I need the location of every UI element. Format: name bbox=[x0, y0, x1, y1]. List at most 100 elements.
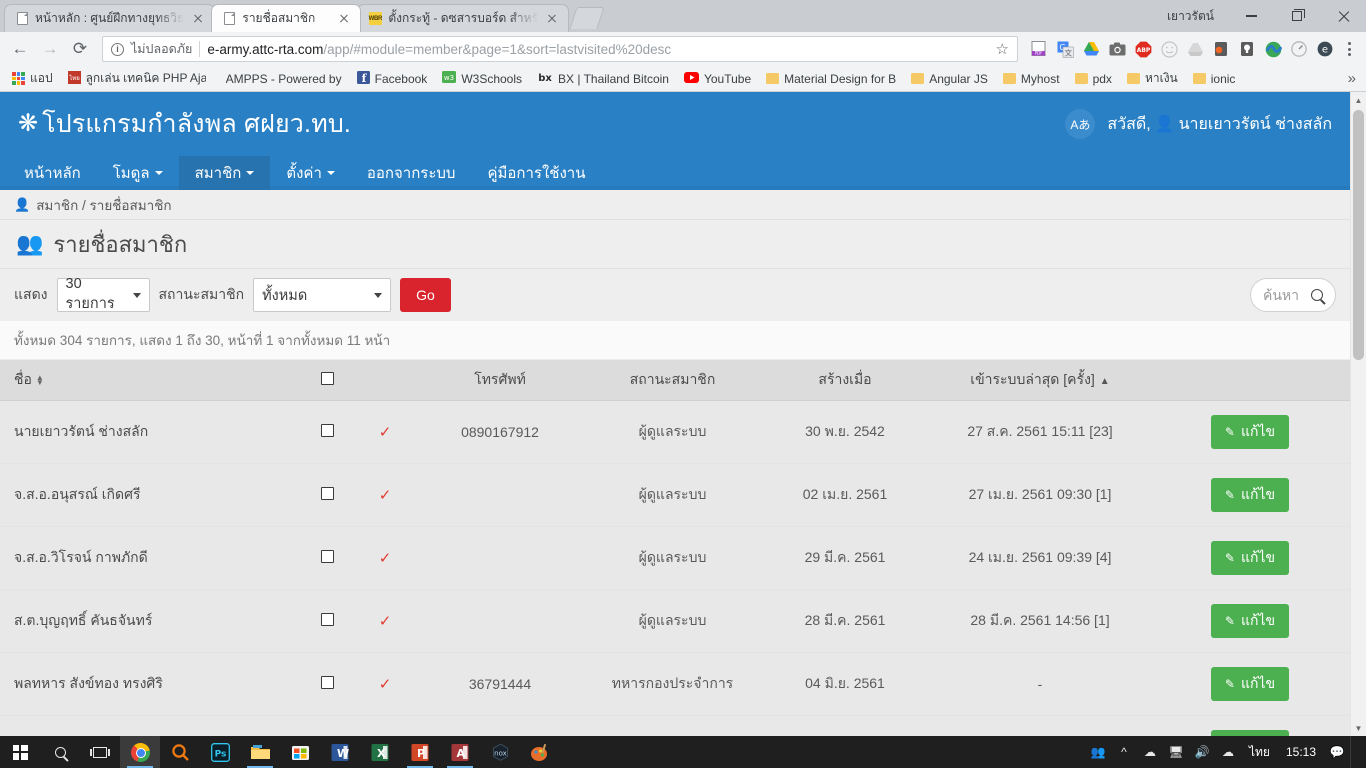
cell-select[interactable] bbox=[300, 589, 355, 653]
info-icon[interactable]: i bbox=[111, 42, 124, 56]
idm-icon[interactable] bbox=[1260, 36, 1286, 62]
cloud-icon[interactable]: ☁ bbox=[1215, 736, 1241, 768]
address-bar[interactable]: i ไม่ปลอดภัย e-army.attc-rta.com/app/#mo… bbox=[102, 36, 1018, 62]
access-icon[interactable]: A bbox=[440, 736, 480, 768]
search-icon[interactable] bbox=[1311, 289, 1323, 301]
cell-select[interactable] bbox=[300, 526, 355, 590]
column-header-created[interactable]: สร้างเมื่อ bbox=[760, 360, 930, 401]
column-header-name[interactable]: ชื่อ ▲ ▼ bbox=[0, 360, 300, 401]
row-checkbox[interactable] bbox=[321, 613, 334, 626]
row-checkbox[interactable] bbox=[321, 550, 334, 563]
forward-icon[interactable]: → bbox=[36, 35, 64, 63]
everything-search-icon[interactable] bbox=[160, 736, 200, 768]
browser-tab-2[interactable]: WBR ตั้งกระทู้ - ดซสารบอร์ด สำหรั bbox=[357, 4, 570, 32]
bookmark-ampps[interactable]: AMPPS - Powered by bbox=[215, 70, 348, 88]
per-page-select[interactable]: 30 รายการ bbox=[56, 276, 150, 312]
google-drive-icon[interactable] bbox=[1078, 36, 1104, 62]
page-scrollbar[interactable]: ▲ ▼ bbox=[1350, 92, 1366, 736]
close-icon[interactable] bbox=[544, 11, 560, 27]
kebab-menu-icon[interactable] bbox=[1338, 36, 1360, 62]
bookmark-youtube[interactable]: YouTube bbox=[678, 70, 757, 88]
task-view-icon[interactable] bbox=[80, 736, 120, 768]
cell-phone[interactable]: 0890167912 bbox=[415, 400, 585, 464]
table-row[interactable]: จ.ส.อ.วิโรจน์ กาพภักดี ✓ ผู้ดูแลระบบ 29 … bbox=[0, 526, 1350, 590]
row-checkbox[interactable] bbox=[321, 676, 334, 689]
screenshot-icon[interactable] bbox=[1104, 36, 1130, 62]
search-icon[interactable] bbox=[40, 736, 80, 768]
table-row[interactable]: พลทหาร สังข์ทอง ทรงศิริ ✓ 36791444 ทหารก… bbox=[0, 652, 1350, 716]
row-checkbox[interactable] bbox=[321, 487, 334, 500]
show-desktop-button[interactable] bbox=[1350, 736, 1362, 768]
powerpoint-icon[interactable]: P bbox=[400, 736, 440, 768]
volume-icon[interactable]: 🔊 bbox=[1189, 736, 1215, 768]
back-icon[interactable]: ← bbox=[6, 35, 34, 63]
speed-dial-icon[interactable] bbox=[1286, 36, 1312, 62]
scroll-up-icon[interactable]: ▲ bbox=[1351, 92, 1366, 108]
cell-phone[interactable] bbox=[415, 589, 585, 653]
nav-item-module[interactable]: โมดูล bbox=[97, 156, 179, 190]
maximize-icon[interactable] bbox=[1274, 0, 1320, 32]
browser-tab-0[interactable]: หน้าหลัก : ศูนย์ฝึกทางยุทธวิธ bbox=[4, 4, 216, 32]
close-icon[interactable] bbox=[1320, 0, 1366, 32]
cell-select[interactable] bbox=[300, 400, 355, 464]
close-icon[interactable] bbox=[336, 11, 352, 27]
chrome-icon[interactable] bbox=[120, 736, 160, 768]
bookmark-bx[interactable]: bx BX | Thailand Bitcoin bbox=[531, 69, 675, 88]
paint-icon[interactable] bbox=[520, 736, 560, 768]
edit-button[interactable]: ✎ แก้ไข bbox=[1210, 541, 1290, 575]
smiley-icon[interactable] bbox=[1156, 36, 1182, 62]
language-indicator[interactable]: ไทย bbox=[1241, 743, 1278, 762]
lightbulb-icon[interactable] bbox=[1234, 36, 1260, 62]
close-icon[interactable] bbox=[190, 11, 206, 27]
row-checkbox[interactable] bbox=[321, 424, 334, 437]
evernote-icon[interactable]: e bbox=[1312, 36, 1338, 62]
photoshop-icon[interactable]: Ps bbox=[200, 736, 240, 768]
bookmark-ionic[interactable]: ionic bbox=[1187, 70, 1242, 88]
bookmark-star-icon[interactable]: ☆ bbox=[996, 40, 1009, 58]
cell-select[interactable] bbox=[300, 652, 355, 716]
adblock-icon[interactable]: ABP bbox=[1130, 36, 1156, 62]
status-select[interactable]: ทั้งหมด bbox=[253, 278, 392, 312]
clock[interactable]: 15:13 bbox=[1278, 745, 1324, 759]
search-input[interactable] bbox=[1263, 287, 1303, 303]
microsoft-store-icon[interactable] bbox=[280, 736, 320, 768]
file-explorer-icon[interactable] bbox=[240, 736, 280, 768]
column-header-lastlogin[interactable]: เข้าระบบล่าสุด [ครั้ง] ▲ bbox=[930, 360, 1150, 401]
windows-start-icon[interactable] bbox=[0, 736, 40, 768]
drive-grey-icon[interactable] bbox=[1182, 36, 1208, 62]
show-hidden-icons-icon[interactable]: ^ bbox=[1111, 736, 1137, 768]
select-all-checkbox[interactable] bbox=[321, 372, 334, 385]
edit-button[interactable]: ✎ แก้ไข bbox=[1210, 667, 1290, 701]
cell-select[interactable] bbox=[300, 715, 355, 736]
bookmark-apps[interactable]: แอป bbox=[6, 67, 59, 90]
bookmark-myhost[interactable]: Myhost bbox=[997, 70, 1066, 88]
cell-phone[interactable] bbox=[415, 526, 585, 590]
scroll-down-icon[interactable]: ▼ bbox=[1351, 720, 1366, 736]
pdf-icon[interactable]: PDF bbox=[1026, 36, 1052, 62]
column-header-status[interactable]: สถานะสมาชิก bbox=[585, 360, 760, 401]
nav-item-settings[interactable]: ตั้งค่า bbox=[270, 156, 351, 190]
new-tab-button[interactable] bbox=[569, 7, 605, 29]
table-row[interactable]: นายเยาวรัตน์ ช่างสลัก ✓ 0890167912 ผู้ดู… bbox=[0, 400, 1350, 464]
word-icon[interactable]: W bbox=[320, 736, 360, 768]
cell-phone[interactable]: 36791444 bbox=[415, 652, 585, 716]
minimize-icon[interactable] bbox=[1228, 0, 1274, 32]
bookmark-facebook[interactable]: f Facebook bbox=[351, 69, 434, 89]
nav-item-manual[interactable]: คู่มือการใช้งาน bbox=[471, 156, 601, 190]
browser-tab-1[interactable]: รายชื่อสมาชิก bbox=[211, 4, 362, 32]
cell-phone[interactable] bbox=[415, 463, 585, 527]
edit-button[interactable]: ✎ แก้ไข bbox=[1210, 478, 1290, 512]
edit-button[interactable]: ✎ แก้ไข bbox=[1210, 604, 1290, 638]
cell-select[interactable] bbox=[300, 463, 355, 527]
bookmarks-overflow-icon[interactable]: » bbox=[1348, 70, 1360, 87]
nav-item-member[interactable]: สมาชิก bbox=[178, 156, 271, 190]
tab-icon[interactable] bbox=[1208, 36, 1234, 62]
table-row[interactable]: ส.ต.บุญฤทธิ์ คันธจันทร์ ✓ ผู้ดูแลระบบ 28… bbox=[0, 589, 1350, 653]
notification-icon[interactable]: 💬 bbox=[1324, 736, 1350, 768]
google-translate-icon[interactable]: G文 bbox=[1052, 36, 1078, 62]
edit-button[interactable]: ✎ แก้ไข bbox=[1210, 415, 1290, 449]
network-icon[interactable]: 🖥 bbox=[1163, 736, 1189, 768]
search-box[interactable] bbox=[1250, 278, 1336, 312]
nav-item-home[interactable]: หน้าหลัก bbox=[8, 156, 97, 190]
cell-phone[interactable] bbox=[415, 715, 585, 736]
